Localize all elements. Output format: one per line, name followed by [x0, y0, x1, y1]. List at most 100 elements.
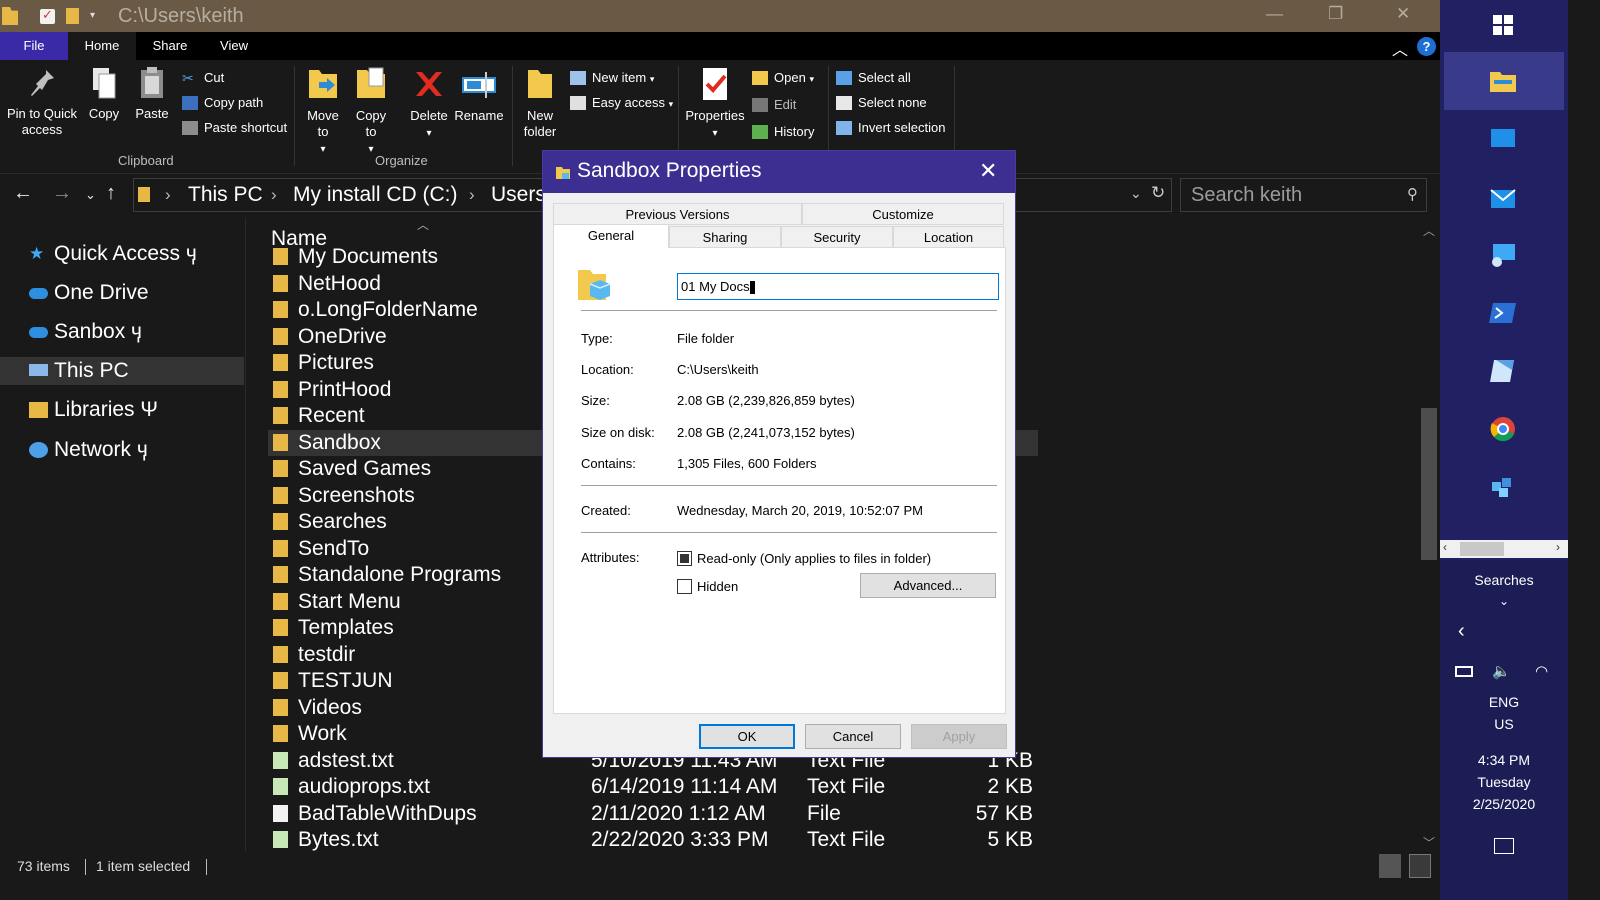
battery-icon[interactable] — [1455, 666, 1473, 677]
chevron-down-icon[interactable]: ▾ — [90, 10, 100, 28]
breadcrumb-this-pc[interactable]: This PC — [188, 180, 263, 210]
properties-quick-icon[interactable] — [40, 7, 55, 24]
select-all-button[interactable]: Select all — [836, 68, 911, 88]
file-list-scrollbar[interactable]: ︿ ﹀ — [1419, 218, 1440, 852]
cut-button[interactable]: ✂ Cut — [182, 68, 224, 88]
breadcrumb-drive-c[interactable]: My install CD (C:) — [293, 180, 458, 210]
tab-sharing[interactable]: Sharing — [669, 226, 781, 248]
double-chevron-down-icon[interactable]: ⌄ — [1440, 594, 1568, 608]
nav-network[interactable]: Network ӌ — [0, 436, 244, 464]
paste-button[interactable]: Paste — [132, 66, 172, 122]
file-explorer-taskbar-icon[interactable] — [1488, 68, 1518, 94]
folder-name-value: 01 My Docs — [681, 279, 750, 294]
help-icon[interactable]: ? — [1417, 37, 1436, 56]
tab-previous-versions[interactable]: Previous Versions — [553, 203, 802, 225]
easy-access-button[interactable]: Easy access ▾ — [570, 93, 673, 113]
sandbox-app-icon[interactable] — [1488, 474, 1518, 500]
file-row[interactable]: audioprops.txt 6/14/2019 11:14 AM Text Fil… — [268, 774, 1038, 800]
rename-button[interactable]: Rename — [454, 66, 504, 124]
remote-desktop-icon[interactable] — [1488, 242, 1518, 268]
copy-to-button[interactable]: Copy to ▾ — [350, 66, 392, 158]
tab-home[interactable]: Home — [68, 32, 136, 60]
desktop-app-icon[interactable] — [1488, 126, 1518, 152]
edit-button[interactable]: Edit — [752, 95, 796, 115]
folder-name-input[interactable]: 01 My Docs — [677, 273, 999, 300]
nav-one-drive[interactable]: One Drive — [0, 279, 244, 307]
breadcrumb-users[interactable]: Users — [491, 180, 546, 210]
chevron-up-icon[interactable]: ︿ — [1392, 36, 1408, 60]
chevron-left-icon[interactable]: ‹ — [1458, 620, 1465, 643]
back-arrow-icon[interactable]: ← — [13, 182, 33, 205]
copy-button[interactable]: Copy — [84, 66, 124, 122]
tab-customize[interactable]: Customize — [802, 203, 1004, 225]
scroll-left-icon[interactable]: ‹ — [1443, 540, 1447, 554]
file-row[interactable]: Bytes.txt 2/22/2020 3:33 PM Text File 5 KB — [268, 827, 1038, 852]
volume-icon[interactable]: 🔈 — [1492, 662, 1511, 680]
folder-icon — [273, 619, 288, 636]
tab-security[interactable]: Security — [781, 226, 893, 248]
recent-locations-chevron-icon[interactable]: ⌄ — [85, 187, 96, 203]
clock-time[interactable]: 4:34 PM — [1440, 752, 1568, 768]
language-code[interactable]: ENG — [1440, 694, 1568, 710]
new-item-button[interactable]: New item ▾ — [570, 68, 654, 88]
start-windows-icon[interactable] — [1488, 12, 1518, 38]
tab-share[interactable]: Share — [140, 32, 200, 60]
open-button[interactable]: Open ▾ — [752, 68, 814, 88]
new-folder-button[interactable]: New folder — [518, 66, 562, 140]
details-view-icon[interactable] — [1379, 854, 1401, 878]
chrome-icon[interactable] — [1488, 416, 1518, 442]
delete-button[interactable]: Delete ▾ — [406, 66, 452, 142]
clock-date[interactable]: 2/25/2020 — [1440, 796, 1568, 812]
history-button[interactable]: History — [752, 122, 814, 142]
scroll-right-icon[interactable]: › — [1556, 540, 1560, 554]
new-folder-quick-icon[interactable] — [66, 8, 79, 24]
language-region[interactable]: US — [1440, 716, 1568, 732]
advanced-button[interactable]: Advanced... — [860, 573, 996, 598]
move-to-button[interactable]: Move to ▾ — [302, 66, 344, 158]
scroll-up-icon[interactable]: ︿ — [1423, 222, 1435, 239]
close-button[interactable]: ✕ — [1396, 4, 1410, 24]
refresh-icon[interactable]: ↻ — [1151, 183, 1165, 203]
taskbar-scroll-thumb[interactable] — [1460, 542, 1504, 556]
notifications-icon[interactable] — [1494, 838, 1514, 854]
paste-shortcut-button[interactable]: Paste shortcut — [182, 118, 287, 138]
readonly-label[interactable]: Read-only (Only applies to files in fold… — [697, 551, 931, 566]
hidden-label[interactable]: Hidden — [697, 579, 738, 594]
wifi-icon[interactable]: ◠ — [1535, 662, 1548, 680]
minimize-button[interactable]: — — [1266, 4, 1283, 24]
properties-button[interactable]: Properties ▾ — [684, 66, 746, 142]
tab-view[interactable]: View — [204, 32, 264, 60]
invert-selection-button[interactable]: Invert selection — [836, 118, 945, 138]
tab-location[interactable]: Location — [893, 226, 1004, 248]
notepad-icon[interactable] — [1488, 358, 1518, 384]
scrollbar-thumb[interactable] — [1421, 408, 1437, 560]
nav-libraries[interactable]: Libraries Ψ — [0, 396, 244, 424]
nav-sanbox[interactable]: Sanbox ӌ — [0, 318, 244, 346]
ok-button[interactable]: OK — [699, 724, 795, 749]
nav-this-pc[interactable]: This PC — [0, 357, 244, 385]
tab-general[interactable]: General — [553, 224, 669, 248]
readonly-checkbox[interactable] — [677, 551, 692, 566]
hidden-checkbox[interactable] — [677, 579, 692, 594]
clock-day[interactable]: Tuesday — [1440, 774, 1568, 790]
address-dropdown-chevron-icon[interactable]: ⌄ — [1130, 185, 1142, 202]
select-none-button[interactable]: Select none — [836, 93, 927, 113]
nav-quick-access[interactable]: ★ Quick Access ӌ — [0, 240, 244, 268]
cancel-button[interactable]: Cancel — [805, 724, 901, 749]
tab-file[interactable]: File — [0, 32, 68, 60]
file-row[interactable]: BadTableWithDups 2/11/2020 1:12 AM File 57 … — [268, 801, 1038, 827]
copy-path-button[interactable]: Copy path — [182, 93, 263, 113]
mail-icon[interactable] — [1488, 186, 1518, 212]
scroll-down-icon[interactable]: ﹀ — [1423, 834, 1435, 851]
search-input[interactable]: Search keith ⚲ — [1180, 178, 1427, 212]
searches-toolbar-label[interactable]: Searches — [1440, 572, 1568, 588]
apply-button[interactable]: Apply — [911, 724, 1007, 749]
pin-to-quick-access-button[interactable]: Pin to Quick access — [4, 66, 80, 138]
up-arrow-icon[interactable]: ↑ — [106, 182, 116, 205]
dialog-close-button[interactable]: ✕ — [979, 158, 997, 184]
taskbar-scrollbar[interactable]: ‹ › — [1440, 540, 1568, 558]
large-icons-view-icon[interactable] — [1409, 854, 1431, 878]
maximize-button[interactable]: ❐ — [1328, 4, 1343, 24]
forward-arrow-icon[interactable]: → — [52, 182, 72, 205]
powershell-icon[interactable] — [1488, 300, 1518, 326]
